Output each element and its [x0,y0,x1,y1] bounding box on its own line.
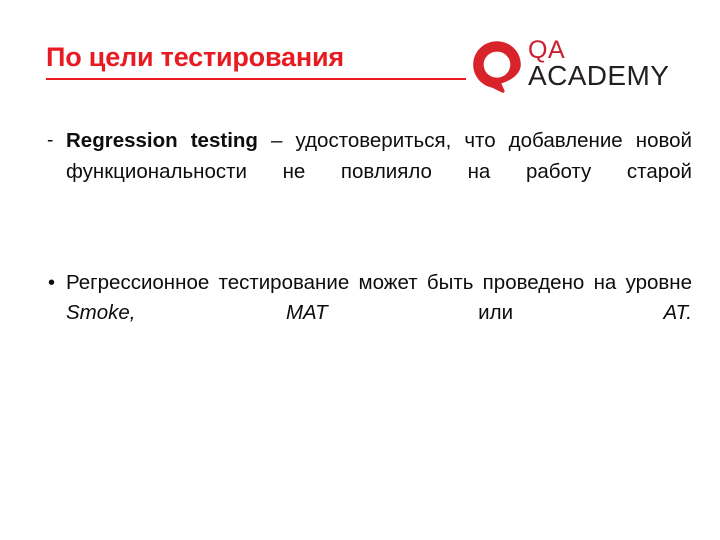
slide-header: По цели тестирования QA ACADEMY [0,36,720,102]
logo-academy-text: ACADEMY [528,60,670,91]
qa-academy-logo: QA ACADEMY [472,36,692,98]
list-item: • Регрессионное тестирование может быть … [46,268,692,360]
title-underline [46,78,466,80]
logo-wordmark: QA ACADEMY [528,36,692,96]
bullet-marker-dash: - [47,130,54,151]
list-item-segment-normal: Регрессионное тестирование может быть пр… [66,270,692,294]
slide-canvas: По цели тестирования QA ACADEMY - Regres… [0,0,720,540]
list-item-segment-italic-levels: Smoke, MAT [66,301,328,324]
list-item-segment-bold: Regression testing [66,129,258,152]
page-title: По цели тестирования [46,42,344,72]
list-item-text: Regression testing – удостовериться, что… [66,126,692,218]
list-item-text: Регрессионное тестирование может быть пр… [66,268,692,360]
bullet-marker-dot: • [48,271,56,294]
qa-academy-q-mark-icon [472,40,524,94]
list-item-segment-italic-at: AT. [663,301,693,324]
list-item-segment-conjunction: или [327,301,664,324]
list-item: - Regression testing – удостовериться, ч… [46,126,692,218]
slide-body: - Regression testing – удостовериться, ч… [46,126,692,359]
